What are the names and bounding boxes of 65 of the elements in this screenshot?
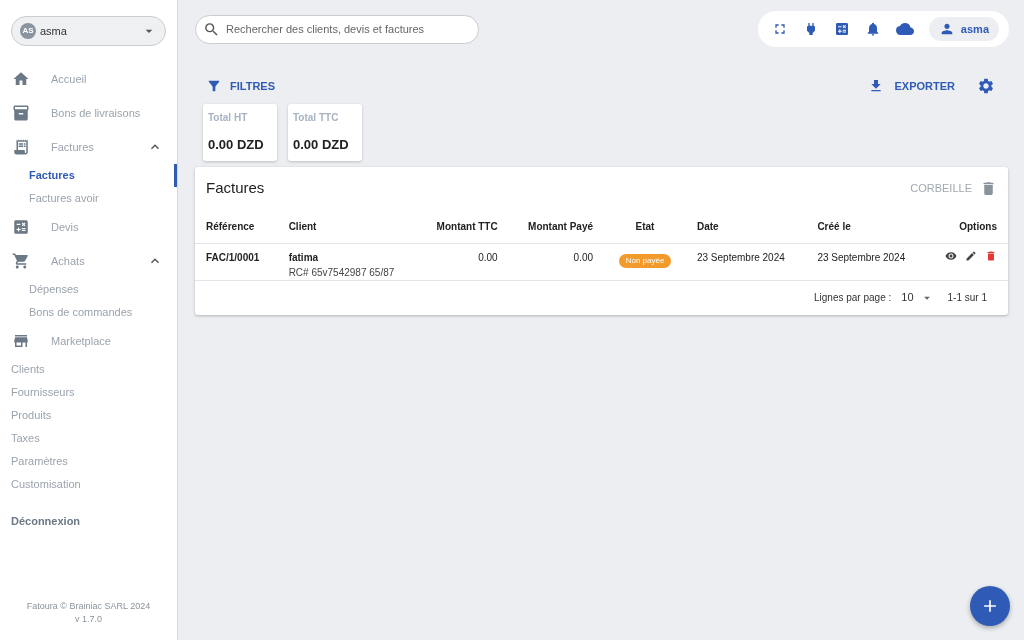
calculator-icon — [12, 218, 30, 236]
page-range: 1-1 sur 1 — [947, 291, 987, 305]
nav-subitem[interactable]: Bons de commandes — [0, 301, 177, 324]
column-header: Montant TTC — [417, 210, 509, 243]
rows-per-page-select[interactable]: 10 — [901, 289, 934, 306]
column-header: Etat — [604, 210, 686, 243]
nav-item[interactable]: Produits — [0, 404, 177, 427]
column-header: Montant Payé — [508, 210, 605, 243]
account-selector[interactable]: AS asma — [11, 16, 166, 46]
search-field[interactable]: Rechercher des clients, devis et factures — [195, 14, 479, 44]
trash-button[interactable]: CORBEILLE — [910, 180, 997, 197]
total-label: Total HT — [208, 111, 249, 125]
table-cell: 23 Septembre 2024 — [685, 243, 807, 280]
search-icon — [203, 20, 220, 38]
table-cell: 0.00 — [508, 243, 605, 280]
avatar: AS — [20, 23, 36, 39]
table-cell: 0.00 — [417, 243, 509, 280]
column-header: Options — [926, 210, 1008, 243]
column-header: Client — [277, 210, 418, 243]
nav-item[interactable]: Marketplace — [0, 324, 177, 358]
export-button[interactable]: EXPORTER — [868, 77, 955, 95]
package-icon — [12, 104, 30, 122]
calculator-icon[interactable] — [833, 21, 850, 37]
filter-icon — [206, 78, 222, 94]
column-header: Créé le — [806, 210, 927, 243]
table-cell: FAC/1/0001 — [195, 243, 278, 280]
table-cell: 23 Septembre 2024 — [806, 243, 927, 280]
total-label: Total TTC — [293, 111, 340, 125]
nav-item[interactable]: Fournisseurs — [0, 381, 177, 404]
total-value: 0.00 DZD — [208, 136, 265, 154]
footer-text: Fatoura © Brainiac SARL 2024 — [26, 600, 151, 613]
nav-item[interactable]: Taxes — [0, 427, 177, 450]
nav-item[interactable]: Accueil — [0, 62, 177, 96]
column-header: Référence — [195, 210, 278, 243]
cloud-icon[interactable] — [895, 20, 914, 38]
nav-subitem[interactable]: Factures avoir — [0, 187, 177, 210]
column-header: Date — [685, 210, 807, 243]
store-icon — [12, 332, 30, 350]
account-name: asma — [40, 23, 68, 39]
nav-item[interactable]: Factures — [0, 130, 177, 164]
nav-item[interactable]: Paramètres — [0, 450, 177, 473]
nav-item[interactable]: Devis — [0, 210, 177, 244]
cart-icon — [12, 252, 30, 270]
nav-subitem[interactable]: Dépenses — [0, 278, 177, 301]
footer-text: v 1.7.0 — [75, 613, 102, 626]
edit-icon[interactable] — [965, 249, 977, 262]
nav-item[interactable]: Customisation — [0, 473, 177, 496]
view-icon[interactable] — [945, 249, 957, 262]
card-title: Factures — [206, 178, 265, 199]
client-detail: RC# 65v7542987 65/87 — [288, 265, 396, 280]
status-badge: Non payée — [618, 253, 672, 268]
delete-icon[interactable] — [985, 249, 997, 262]
nav-item[interactable]: Bons de livraisons — [0, 96, 177, 130]
total-value: 0.00 DZD — [293, 136, 350, 154]
receipt-icon — [12, 138, 30, 156]
settings-icon[interactable] — [977, 77, 995, 95]
nav-item[interactable]: Clients — [0, 358, 177, 381]
home-icon — [12, 70, 30, 88]
add-button[interactable] — [970, 586, 1010, 626]
nav-item[interactable]: Achats — [0, 244, 177, 278]
user-button[interactable]: asma — [928, 17, 999, 41]
logout-link[interactable]: Déconnexion — [0, 510, 177, 533]
rows-per-page-label: Lignes par page : — [814, 291, 892, 305]
client-name: fatima — [288, 250, 320, 265]
filters-button[interactable]: FILTRES — [206, 77, 275, 95]
